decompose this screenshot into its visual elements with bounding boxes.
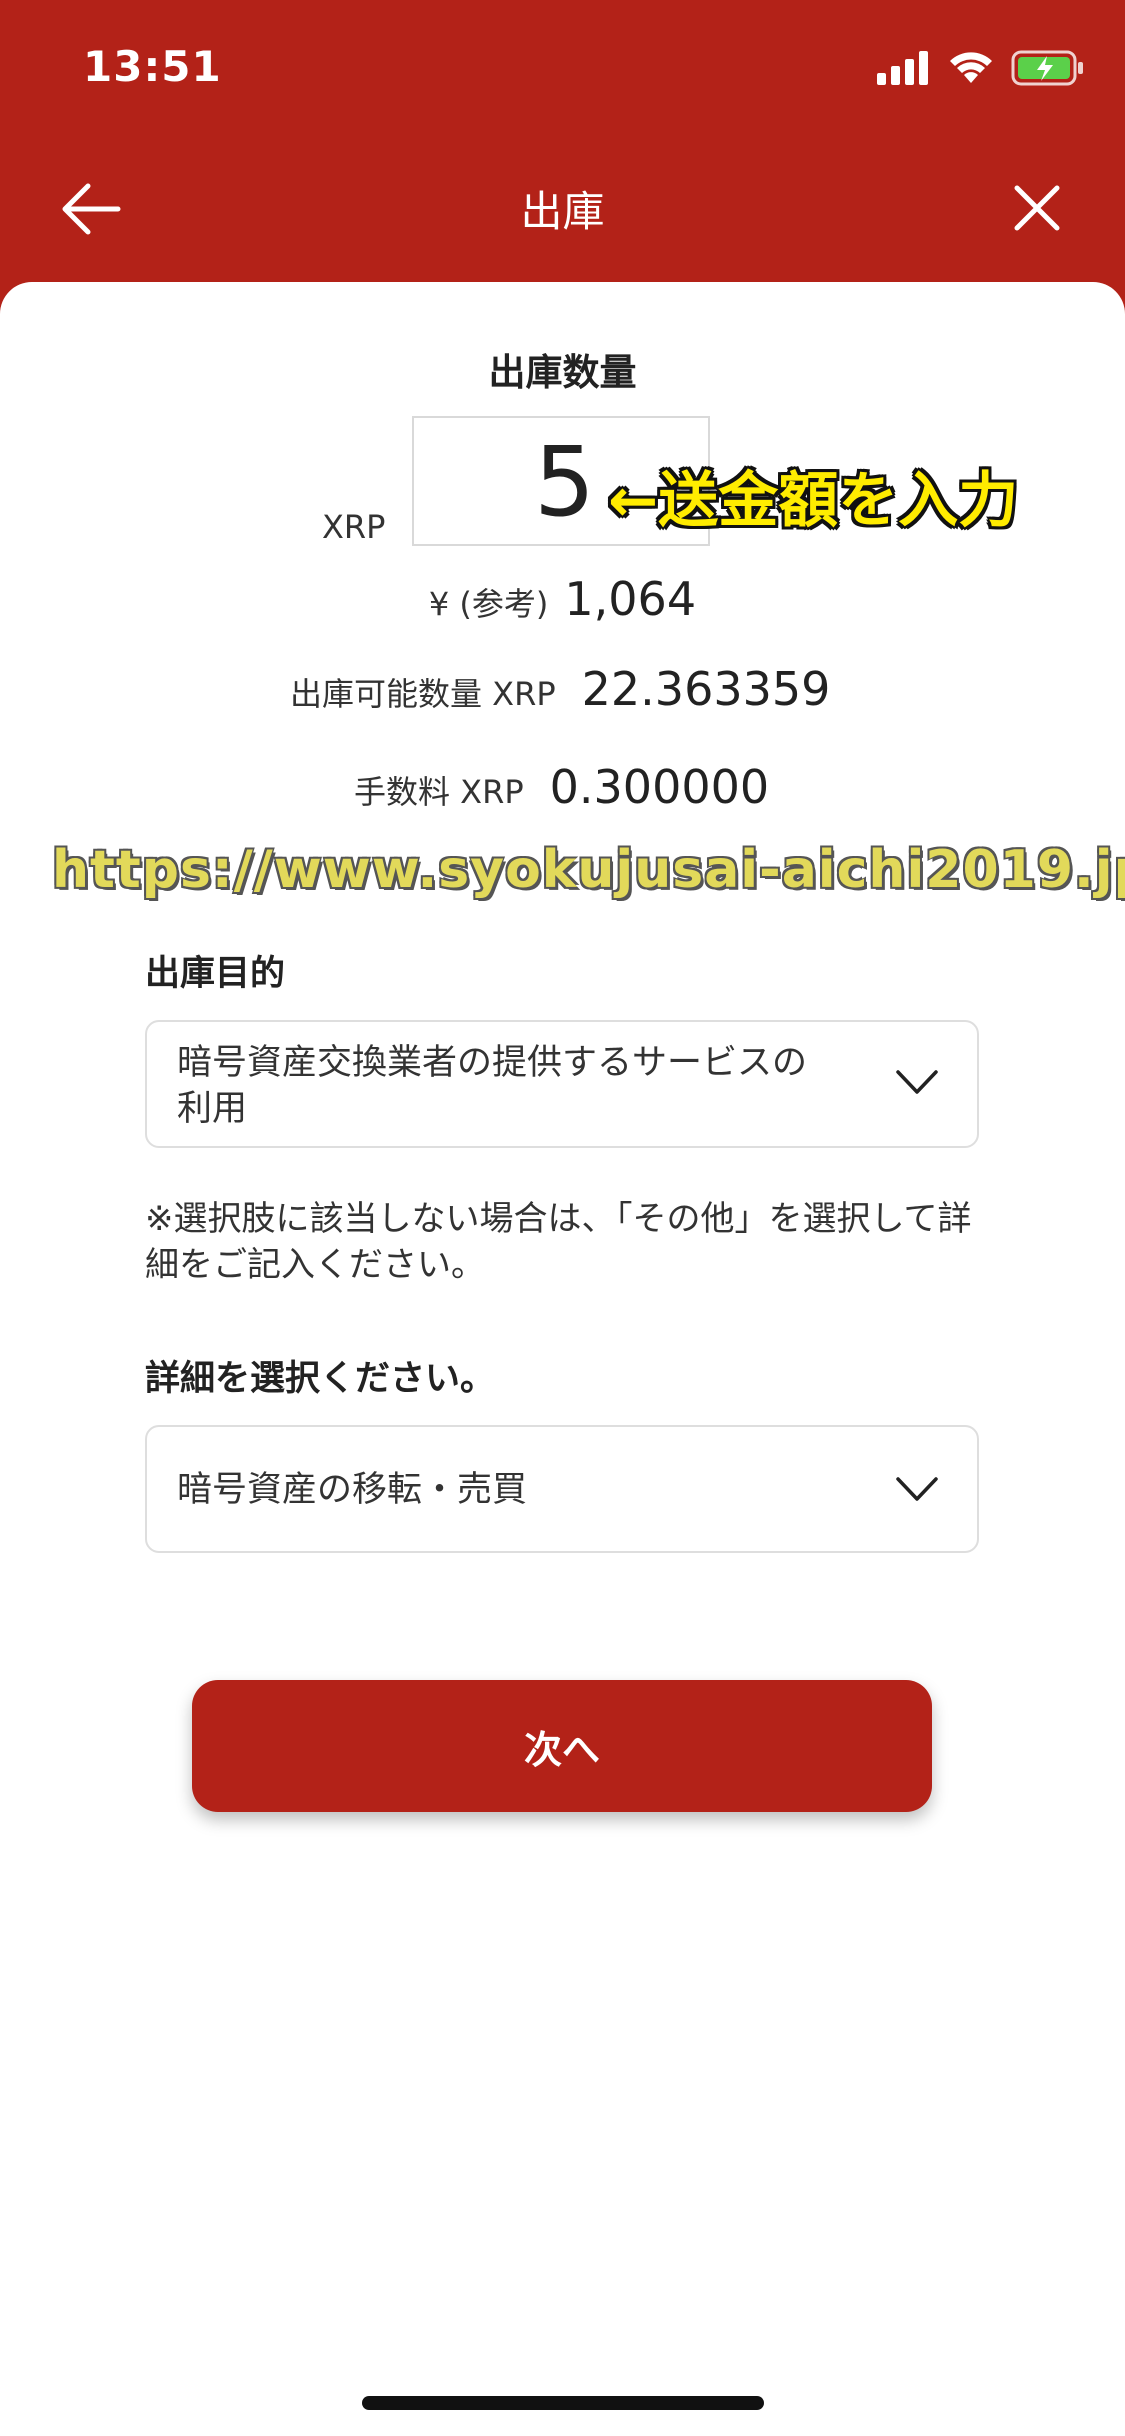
fee-row: 手数料 XRP 0.300000 bbox=[354, 760, 769, 814]
amount-unit-label: XRP bbox=[322, 508, 386, 546]
battery-charging-icon bbox=[1011, 50, 1083, 86]
detail-select-value: 暗号資産の移転・売買 bbox=[177, 1470, 528, 1510]
detail-select[interactable]: 暗号資産の移転・売買 bbox=[145, 1425, 979, 1553]
wifi-icon bbox=[950, 52, 992, 83]
status-icons bbox=[877, 46, 1085, 90]
fee-value: 0.300000 bbox=[549, 760, 770, 814]
fee-label: 手数料 XRP bbox=[354, 773, 524, 811]
reference-price-label: ¥ (参考) bbox=[428, 585, 549, 623]
status-time: 13:51 bbox=[83, 42, 222, 91]
purpose-note: ※選択肢に該当しない場合は、「その他」を選択して詳細をご記入ください。 bbox=[145, 1199, 972, 1285]
detail-heading: 詳細を選択ください。 bbox=[145, 1359, 496, 1399]
page-title: 出庫 bbox=[520, 187, 605, 236]
annotation-note: ←送金額を入力 bbox=[608, 466, 1019, 536]
amount-input-value[interactable]: 5 bbox=[534, 426, 595, 538]
available-amount-label: 出庫可能数量 XRP bbox=[290, 675, 556, 713]
available-amount-value: 22.363359 bbox=[581, 662, 831, 716]
reference-price-value: 1,064 bbox=[564, 572, 697, 626]
close-icon[interactable] bbox=[1005, 176, 1069, 240]
next-button[interactable]: 次へ bbox=[192, 1680, 932, 1812]
available-amount-row: 出庫可能数量 XRP 22.363359 bbox=[290, 662, 830, 716]
signal-icon bbox=[877, 51, 928, 85]
amount-heading: 出庫数量 bbox=[488, 351, 637, 394]
chevron-down-icon bbox=[896, 1477, 938, 1501]
chevron-down-icon bbox=[896, 1070, 938, 1094]
reference-price-row: ¥ (参考) 1,064 bbox=[0, 572, 1125, 626]
purpose-select[interactable]: 暗号資産交換業者の提供するサービスの利用 bbox=[145, 1020, 979, 1148]
purpose-select-value: 暗号資産交換業者の提供するサービスの利用 bbox=[177, 1043, 808, 1129]
watermark-url: https://www.syokujusai-aichi2019.jp/ bbox=[52, 840, 1125, 900]
purpose-heading: 出庫目的 bbox=[145, 954, 286, 994]
home-indicator[interactable] bbox=[362, 2396, 764, 2410]
